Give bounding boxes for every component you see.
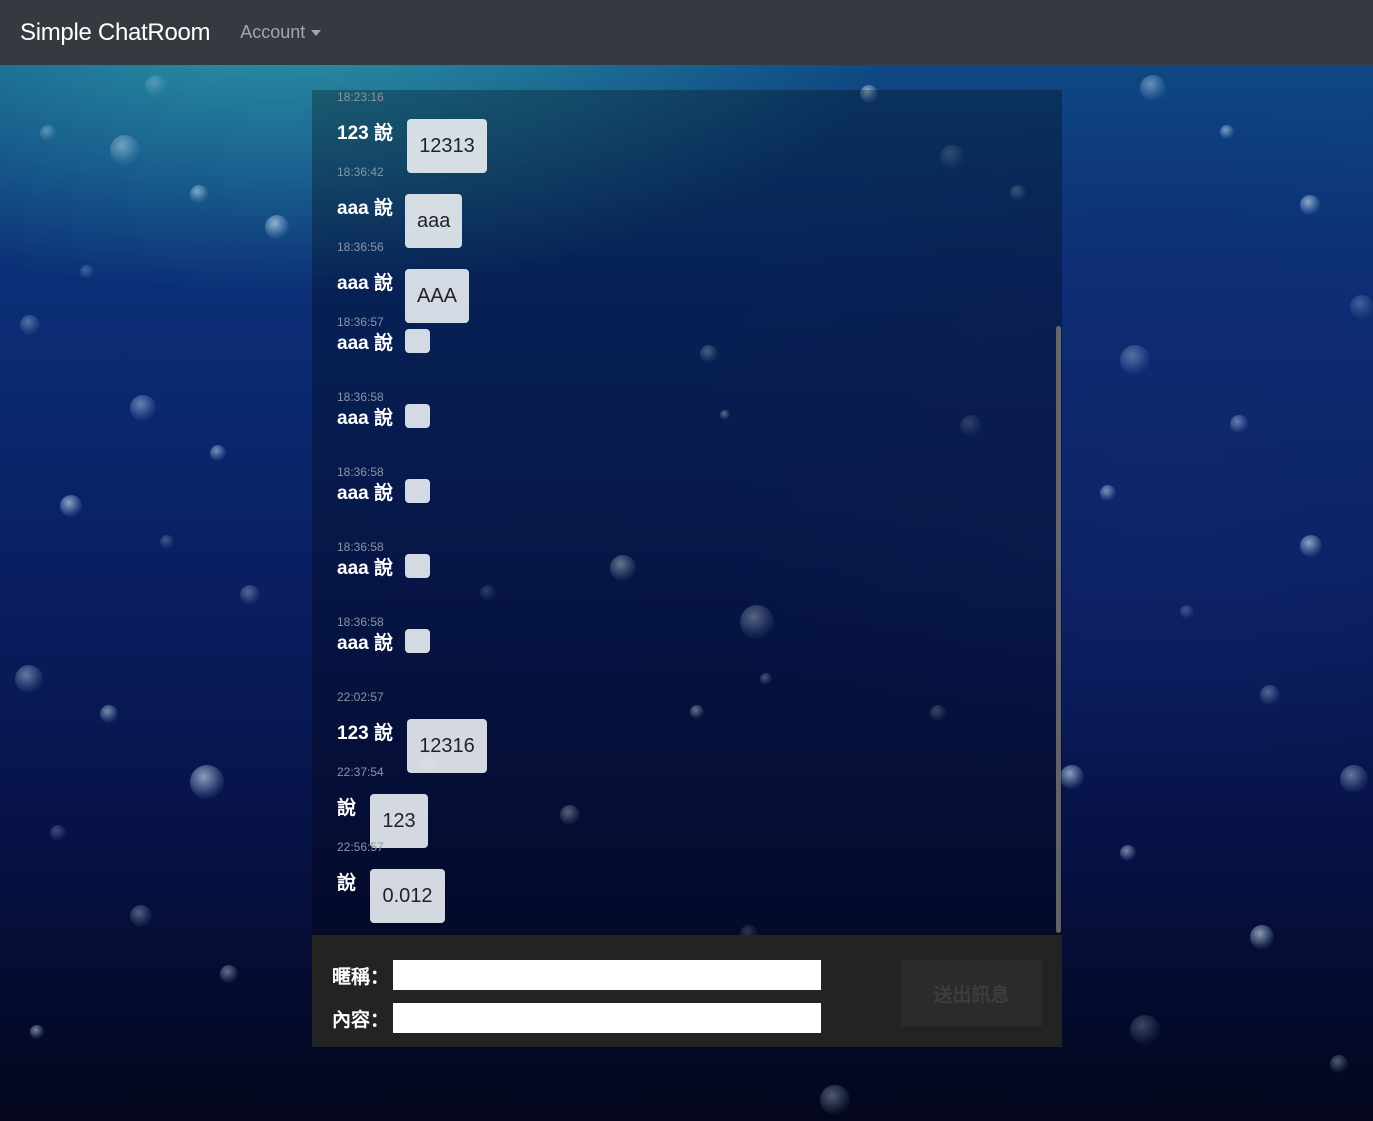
message-sender: aaa 說 (337, 273, 393, 294)
message-bubble (405, 479, 430, 503)
message-bubble: 0.012 (370, 869, 445, 923)
bubble-decoration (20, 315, 40, 335)
brand-link[interactable]: Simple ChatRoom (20, 19, 211, 47)
message-time: 18:36:56 (337, 240, 384, 254)
bubble-decoration (1060, 765, 1084, 789)
account-label: Account (240, 22, 306, 42)
message-item: 18:36:57 aaa 說 (337, 295, 1037, 370)
message-list: 18:23:16 123 說 12313 18:36:42 aaa 說 aaa 18:36:… (337, 90, 1037, 923)
bubble-decoration (210, 445, 226, 461)
message-sender: aaa 說 (337, 198, 393, 219)
bubble-decoration (1130, 1015, 1160, 1045)
message-time: 22:37:54 (337, 765, 384, 779)
message-item: 18:36:58 aaa 說 (337, 370, 1037, 445)
nickname-input[interactable] (393, 960, 821, 990)
bubble-decoration (190, 765, 224, 799)
bubble-decoration (40, 125, 56, 141)
message-bubble (405, 554, 430, 578)
account-dropdown[interactable]: Account (240, 22, 322, 43)
message-time: 18:36:58 (337, 540, 384, 554)
message-time: 18:36:42 (337, 165, 384, 179)
bubble-decoration (1350, 295, 1373, 319)
chat-messages-panel[interactable]: 18:23:16 123 說 12313 18:36:42 aaa 說 aaa 18:36:… (312, 90, 1062, 935)
message-sender: aaa 說 (337, 633, 393, 654)
bubble-decoration (30, 1025, 44, 1039)
bubble-decoration (110, 135, 140, 165)
bubble-decoration (60, 495, 82, 517)
bubble-decoration (1100, 485, 1116, 501)
bubble-decoration (1250, 925, 1274, 949)
message-bubble (405, 329, 430, 353)
bubble-decoration (265, 215, 289, 239)
bubble-decoration (1120, 845, 1136, 861)
bubble-decoration (145, 75, 167, 97)
bubble-decoration (820, 1085, 850, 1115)
bubble-decoration (1230, 415, 1248, 433)
bubble-decoration (160, 535, 174, 549)
message-time: 18:23:16 (337, 90, 384, 104)
message-sender: aaa 說 (337, 558, 393, 579)
message-sender: 123 說 (337, 123, 393, 144)
bubble-decoration (240, 585, 260, 605)
message-sender: aaa 說 (337, 408, 393, 429)
bubble-decoration (1300, 195, 1320, 215)
message-item: 18:36:58 aaa 說 (337, 520, 1037, 595)
nickname-label: 暱稱： (332, 967, 390, 988)
message-item: 22:37:54 說 123 (337, 745, 1037, 848)
bubble-decoration (50, 825, 66, 841)
message-sender: 說 (337, 873, 357, 894)
message-form: 暱稱： 內容： 送出訊息 (312, 935, 1062, 1047)
bubble-decoration (130, 905, 152, 927)
bubble-decoration (1330, 1055, 1348, 1073)
bubble-decoration (1120, 345, 1150, 375)
message-item: 22:02:57 123 說 12316 (337, 670, 1037, 773)
message-time: 22:56:57 (337, 840, 384, 854)
message-item: 18:36:56 aaa 說 AAA (337, 220, 1037, 323)
scrollbar[interactable] (1056, 90, 1061, 935)
message-time: 18:36:57 (337, 315, 384, 329)
navbar: Simple ChatRoom Account (0, 0, 1373, 65)
message-sender: aaa 說 (337, 333, 393, 354)
message-time: 22:02:57 (337, 690, 384, 704)
bubble-decoration (1260, 685, 1280, 705)
bubble-decoration (190, 185, 208, 203)
message-time: 18:36:58 (337, 465, 384, 479)
bubble-decoration (1340, 765, 1368, 793)
message-sender: aaa 說 (337, 483, 393, 504)
send-message-button[interactable]: 送出訊息 (901, 960, 1042, 1026)
bubble-decoration (1300, 535, 1322, 557)
message-bubble (405, 404, 430, 428)
bubble-decoration (220, 965, 238, 983)
message-item: 18:36:42 aaa 說 aaa (337, 145, 1037, 248)
message-sender: 123 說 (337, 723, 393, 744)
bubble-decoration (1220, 125, 1234, 139)
bubble-decoration (1140, 75, 1166, 101)
message-bubble (405, 629, 430, 653)
message-time: 18:36:58 (337, 615, 384, 629)
message-item: 18:23:16 123 說 12313 (337, 90, 1037, 173)
content-input[interactable] (393, 1003, 821, 1033)
bubble-decoration (130, 395, 156, 421)
bubble-decoration (80, 265, 94, 279)
message-time: 18:36:58 (337, 390, 384, 404)
scrollbar-thumb[interactable] (1056, 326, 1061, 933)
bubble-decoration (1180, 605, 1194, 619)
bubble-decoration (100, 705, 118, 723)
message-item: 18:36:58 aaa 說 (337, 595, 1037, 670)
message-item: 22:56:57 說 0.012 (337, 820, 1037, 923)
content-label: 內容： (332, 1010, 390, 1031)
message-item: 18:36:58 aaa 說 (337, 445, 1037, 520)
chevron-down-icon (311, 29, 322, 36)
bubble-decoration (15, 665, 43, 693)
message-sender: 說 (337, 798, 357, 819)
